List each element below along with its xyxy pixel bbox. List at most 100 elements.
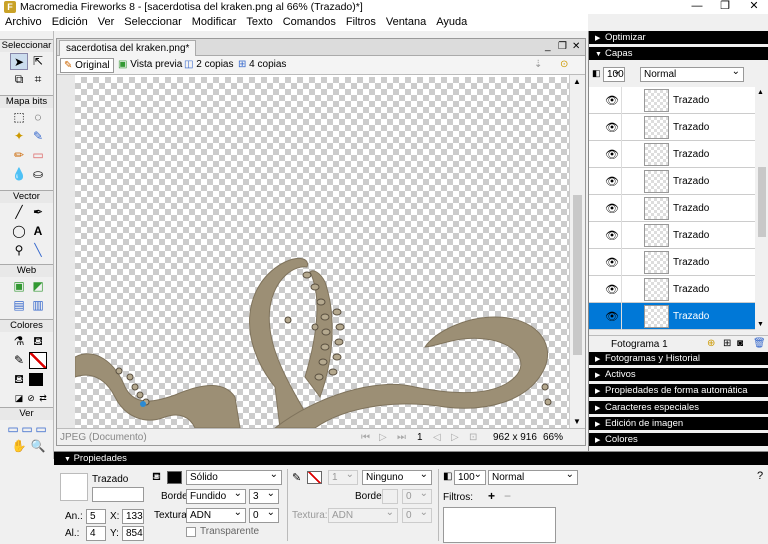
show-slices-icon[interactable]: ▥ [29,297,47,314]
text-tool-icon[interactable]: A [29,223,47,240]
knife-tool-icon[interactable]: ╲ [29,242,47,259]
original-view-button[interactable]: ✎ Original [60,58,114,73]
lock-column[interactable] [621,141,622,168]
layers-scroll-down-icon[interactable]: ▼ [757,321,764,328]
brush-tool-icon[interactable]: ✎ [29,128,47,145]
eye-icon[interactable]: 👁 [605,94,619,107]
first-frame-icon[interactable]: ⏮ [361,432,370,443]
lock-column[interactable] [621,114,622,141]
layer-row[interactable]: 👁 Trazado [589,168,755,195]
new-sublayer-icon[interactable]: ⊕ [707,338,715,349]
add-filter-icon[interactable]: + [488,489,495,503]
layer-row[interactable]: 👁 Trazado [589,222,755,249]
zoom-level[interactable]: 66% [543,432,563,443]
menu-ventana[interactable]: Ventana [381,14,431,28]
stroke-edge-box[interactable] [382,489,398,504]
menu-modificar[interactable]: Modificar [187,14,242,28]
layer-row[interactable]: 👁 Trazado [589,141,755,168]
prev-frame-icon[interactable]: ◁ [433,432,441,443]
line-tool-icon[interactable]: ╱ [10,204,28,221]
scale-tool-icon[interactable]: ⧉ [10,71,28,88]
layer-row[interactable]: 👁 Trazado [589,87,755,114]
layers-blend-select[interactable]: Normal [640,65,744,82]
layer-row[interactable]: 👁 Trazado [589,303,755,330]
help-icon[interactable]: ? [757,470,763,482]
eye-icon[interactable]: 👁 [605,202,619,215]
layers-scroll-thumb[interactable] [758,167,766,237]
lock-column[interactable] [621,303,622,330]
lock-column[interactable] [621,87,622,114]
stroke-size-field[interactable]: 1 [328,468,358,485]
scrollbar-thumb[interactable] [573,195,582,355]
layer-row[interactable]: 👁 Trazado [589,195,755,222]
close-icon[interactable]: ✕ [740,0,768,14]
canvas-vertical-scrollbar[interactable]: ▲ ▼ [569,75,585,428]
pencil-tool-icon[interactable]: ✏ [10,147,28,164]
frames-history-panel-header[interactable]: ▶ Fotogramas y Historial [589,352,768,365]
scroll-down-icon[interactable]: ▼ [573,417,581,426]
colors-panel-header[interactable]: ▶ Colores [589,433,768,446]
delete-layer-icon[interactable]: 🗑 [753,338,766,349]
image-edit-panel-header[interactable]: ▶ Edición de imagen [589,417,768,430]
eye-icon[interactable]: 👁 [605,175,619,188]
menu-seleccionar[interactable]: Seleccionar [119,14,186,28]
height-field[interactable]: 4 [86,526,106,541]
hotspot-tool-icon[interactable]: ▣ [10,278,28,295]
document-tab[interactable]: sacerdotisa del kraken.png* [59,40,197,56]
eyedropper-tool-icon[interactable]: ⚗ [10,333,28,350]
marquee-tool-icon[interactable]: ⬚ [10,109,28,126]
slice-tool-icon[interactable]: ◩ [29,278,47,295]
pen-tool-icon[interactable]: ✒ [29,204,47,221]
stroke-texture-select[interactable]: ADN [328,506,398,523]
four-up-view-button[interactable]: ⊞ 4 copias [235,58,289,73]
fill-texture-amount[interactable]: 0 [249,506,279,523]
stroke-color-swatch[interactable] [307,471,322,484]
canvas[interactable] [75,77,569,428]
rubber-stamp-icon[interactable]: ⛀ [29,166,47,183]
play-icon[interactable]: ▷ [379,432,387,443]
auto-shape-props-panel-header[interactable]: ▶ Propiedades de forma automática [589,384,768,397]
paint-bucket-icon[interactable]: ⛾ [29,333,47,350]
x-field[interactable]: 133 [122,509,144,524]
menu-texto[interactable]: Texto [241,14,277,28]
width-field[interactable]: 5 [86,509,106,524]
fill-type-select[interactable]: Sólido [186,468,282,485]
doc-minimize-icon[interactable]: _ [545,41,551,52]
object-opacity-field[interactable]: 100 [454,468,486,485]
fullscreen-icon[interactable]: ▭ [34,421,48,438]
hide-slices-icon[interactable]: ▤ [10,297,28,314]
ellipse-tool-icon[interactable]: ◯ [10,223,28,240]
lock-column[interactable] [621,249,622,276]
menu-comandos[interactable]: Comandos [278,14,341,28]
menu-filtros[interactable]: Filtros [341,14,381,28]
blur-tool-icon[interactable]: 💧 [10,166,28,183]
lock-column[interactable] [621,222,622,249]
transparent-checkbox[interactable] [186,527,196,537]
layer-row[interactable]: 👁 Trazado [589,276,755,303]
doc-close-icon[interactable]: ✕ [572,41,580,52]
next-frame-icon[interactable]: ▷ [451,432,459,443]
remove-filter-icon[interactable]: − [504,489,511,503]
menu-ver[interactable]: Ver [93,14,120,28]
restore-icon[interactable]: ❐ [711,0,739,14]
swap-colors-icon[interactable]: ⇄ [34,390,52,407]
eye-icon[interactable]: 👁 [605,121,619,134]
eye-icon[interactable]: 👁 [605,256,619,269]
lasso-tool-icon[interactable]: ◌ [29,109,47,126]
menu-archivo[interactable]: Archivo [0,14,47,28]
layer-row[interactable]: 👁 Trazado [589,249,755,276]
layers-panel-header[interactable]: ▼ Capas [589,47,768,60]
object-name-field[interactable] [92,487,144,502]
fill-texture-select[interactable]: ADN [186,506,246,523]
eye-icon[interactable]: 👁 [605,148,619,161]
fullscreen-menu-icon[interactable]: ▭ [20,421,34,438]
lock-column[interactable] [621,195,622,222]
properties-panel-header[interactable]: ▼ Propiedades [54,452,768,465]
fill-color-swatch[interactable] [167,471,182,484]
add-mask-icon[interactable]: ◙ [737,338,743,349]
subselect-tool-icon[interactable]: ⇱ [29,53,47,70]
stop-icon[interactable]: ⊡ [469,432,477,443]
crop-tool-icon[interactable]: ⌗ [29,71,47,88]
fill-color-icon[interactable]: ⛾ [10,371,28,388]
last-frame-icon[interactable]: ⏭ [397,432,406,443]
